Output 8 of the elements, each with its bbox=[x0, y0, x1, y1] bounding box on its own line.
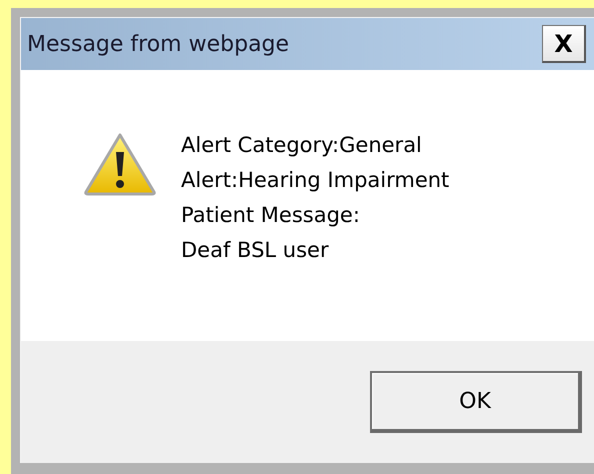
close-button[interactable]: X bbox=[542, 25, 586, 63]
message-text: Alert Category:General bbox=[181, 132, 423, 159]
message-text: Alert:Hearing Impairment bbox=[181, 167, 450, 194]
ok-button[interactable]: OK bbox=[370, 371, 582, 433]
window-title: Message from webpage bbox=[27, 32, 290, 56]
warning-icon bbox=[83, 132, 157, 196]
message-text: Deaf BSL user bbox=[181, 237, 330, 264]
message-text: Patient Message: bbox=[181, 202, 361, 229]
